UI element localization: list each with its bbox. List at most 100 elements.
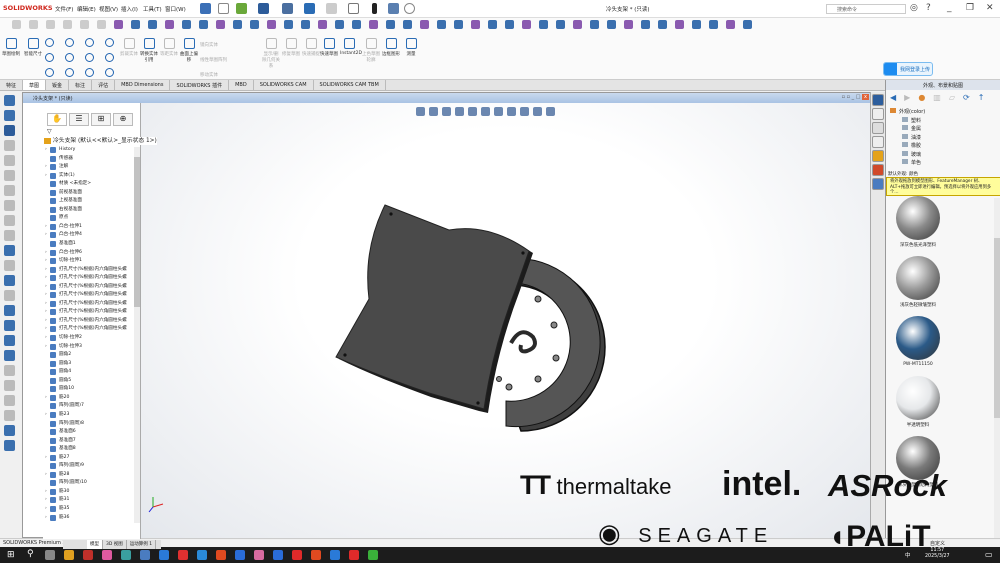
refresh-icon[interactable]: ⟳ [963,93,970,102]
tree-item[interactable]: 基准面1 [45,240,133,249]
feature-tool-icon[interactable] [4,95,15,106]
selection-filter-icon[interactable] [641,20,650,29]
notification-icon[interactable]: ▭ [985,550,993,559]
swatch-scrollbar[interactable] [994,198,1000,538]
selection-filter-icon[interactable] [63,20,72,29]
taskbar-app-icon[interactable] [83,550,93,560]
selection-filter-icon[interactable] [505,20,514,29]
appearance-folder[interactable]: 玻璃 [890,150,925,160]
selection-filter-icon[interactable] [335,20,344,29]
search-commands-input[interactable]: 搜索命令 [826,4,906,14]
point-tool-icon[interactable] [105,38,114,47]
taskbar-app-icon[interactable] [121,550,131,560]
dim-xpert-tab[interactable]: ⊕ [113,113,133,126]
taskbar-app-icon[interactable] [64,550,74,560]
selection-filter-icon[interactable] [624,20,633,29]
tree-item[interactable]: 右视基准面 [45,206,133,215]
selection-filter-icon[interactable] [539,20,548,29]
tree-item[interactable]: 基准面6 [45,428,133,437]
file-explorer-icon[interactable] [872,122,884,134]
tree-item[interactable]: 凸台-拉伸1 [45,223,133,232]
selection-filter-icon[interactable] [301,20,310,29]
appearance-ball-icon[interactable]: ● [918,93,925,102]
taskbar-app-icon[interactable] [254,550,264,560]
feature-tool-icon[interactable] [4,140,15,151]
tree-item[interactable]: 打孔尺寸(%根据)内六角圆柱头螺 [45,266,133,275]
ribbon-button[interactable]: Instant2D [340,38,362,56]
taskbar-app-icon[interactable] [311,550,321,560]
taskbar-app-icon[interactable] [216,550,226,560]
selection-filter-icon[interactable] [199,20,208,29]
tree-item[interactable]: 打孔尺寸(%根据)内六角圆柱头螺 [45,283,133,292]
tree-item[interactable]: 注解 [45,163,133,172]
tree-item[interactable]: 切除-拉伸3 [45,343,133,352]
options-gear-icon[interactable] [404,3,415,14]
tree-item[interactable]: 筋20 [45,394,133,403]
appearance-swatch[interactable] [896,316,940,360]
view-palette-icon[interactable] [872,136,884,148]
selection-filter-icon[interactable] [369,20,378,29]
selection-filter-icon[interactable] [403,20,412,29]
selection-filter-icon[interactable] [420,20,429,29]
selection-filter-icon[interactable] [488,20,497,29]
circle-tool-icon[interactable] [65,38,74,47]
ribbon-button[interactable]: 边框图形 [382,38,400,57]
selection-filter-icon[interactable] [148,20,157,29]
tab-3[interactable]: 标注 [69,80,93,90]
minimize-button[interactable]: _ [947,3,952,13]
tree-item[interactable]: 筋35 [45,505,133,514]
configuration-manager-tab[interactable]: ⊞ [91,113,111,126]
tree-item[interactable]: 实体(1) [45,172,133,181]
selection-filter-icon[interactable] [352,20,361,29]
tree-item[interactable]: 圆角2 [45,351,133,360]
up-icon[interactable]: ↑ [978,93,985,102]
delete-icon[interactable]: ▥ [933,93,941,102]
tab-8[interactable]: SOLIDWORKS CAM [254,80,314,90]
feature-tool-icon[interactable] [4,200,15,211]
feature-tool-icon[interactable] [4,440,15,451]
ribbon-small-item[interactable]: 镜向实体 [200,38,227,53]
tree-item[interactable]: 传感器 [45,155,133,164]
taskbar-app-icon[interactable] [273,550,283,560]
feature-tool-icon[interactable] [4,185,15,196]
close-button[interactable]: ✕ [986,3,994,13]
taskbar-app-icon[interactable] [292,550,302,560]
selection-filter-icon[interactable] [692,20,701,29]
undo-icon[interactable] [304,3,315,14]
tab-9[interactable]: SOLIDWORKS CAM TBM [314,80,386,90]
open-icon[interactable] [236,3,247,14]
selection-filter-icon[interactable] [454,20,463,29]
selection-filter-icon[interactable] [97,20,106,29]
selection-filter-icon[interactable] [556,20,565,29]
tree-item[interactable]: 凸台-拉伸4 [45,231,133,240]
help-icon[interactable]: ? [926,3,931,13]
tree-item[interactable]: 圆角10 [45,385,133,394]
appearance-swatch[interactable] [896,256,940,300]
feature-tool-icon[interactable] [4,155,15,166]
feature-manager-tab[interactable]: ✋ [47,113,67,126]
feature-tool-icon[interactable] [4,350,15,361]
selection-filter-icon[interactable] [437,20,446,29]
feature-tool-icon[interactable] [4,410,15,421]
print-icon[interactable] [282,3,293,14]
tab-0[interactable]: 特征 [0,80,24,90]
rectangle-tool-icon[interactable] [45,53,54,62]
tree-root[interactable]: 冷头支架 (默认<<默认>_显示状态 1>) [44,137,157,145]
tree-item[interactable]: 阵列(圆周)9 [45,462,133,471]
appearance-swatch[interactable] [896,376,940,420]
ribbon-button[interactable]: 测量 [402,38,420,57]
taskbar-app-icon[interactable] [235,550,245,560]
selection-filter-icon[interactable] [386,20,395,29]
property-manager-tab[interactable]: ☰ [69,113,89,126]
selection-filter-icon[interactable] [607,20,616,29]
taskbar-app-icon[interactable] [368,550,378,560]
appearance-folder[interactable]: 油漆 [890,133,925,143]
home-icon[interactable] [200,3,211,14]
taskbar-app-icon[interactable] [140,550,150,560]
ribbon-small-item[interactable]: 线性草图阵列 [200,53,227,68]
rebuild-traffic-light-icon[interactable] [372,3,377,14]
start-icon[interactable]: ⊞ [7,550,15,560]
ribbon-button[interactable]: 草图绘制 [2,38,20,57]
tree-item[interactable]: 圆角4 [45,368,133,377]
appearance-folder[interactable]: 塑料 [890,116,925,126]
